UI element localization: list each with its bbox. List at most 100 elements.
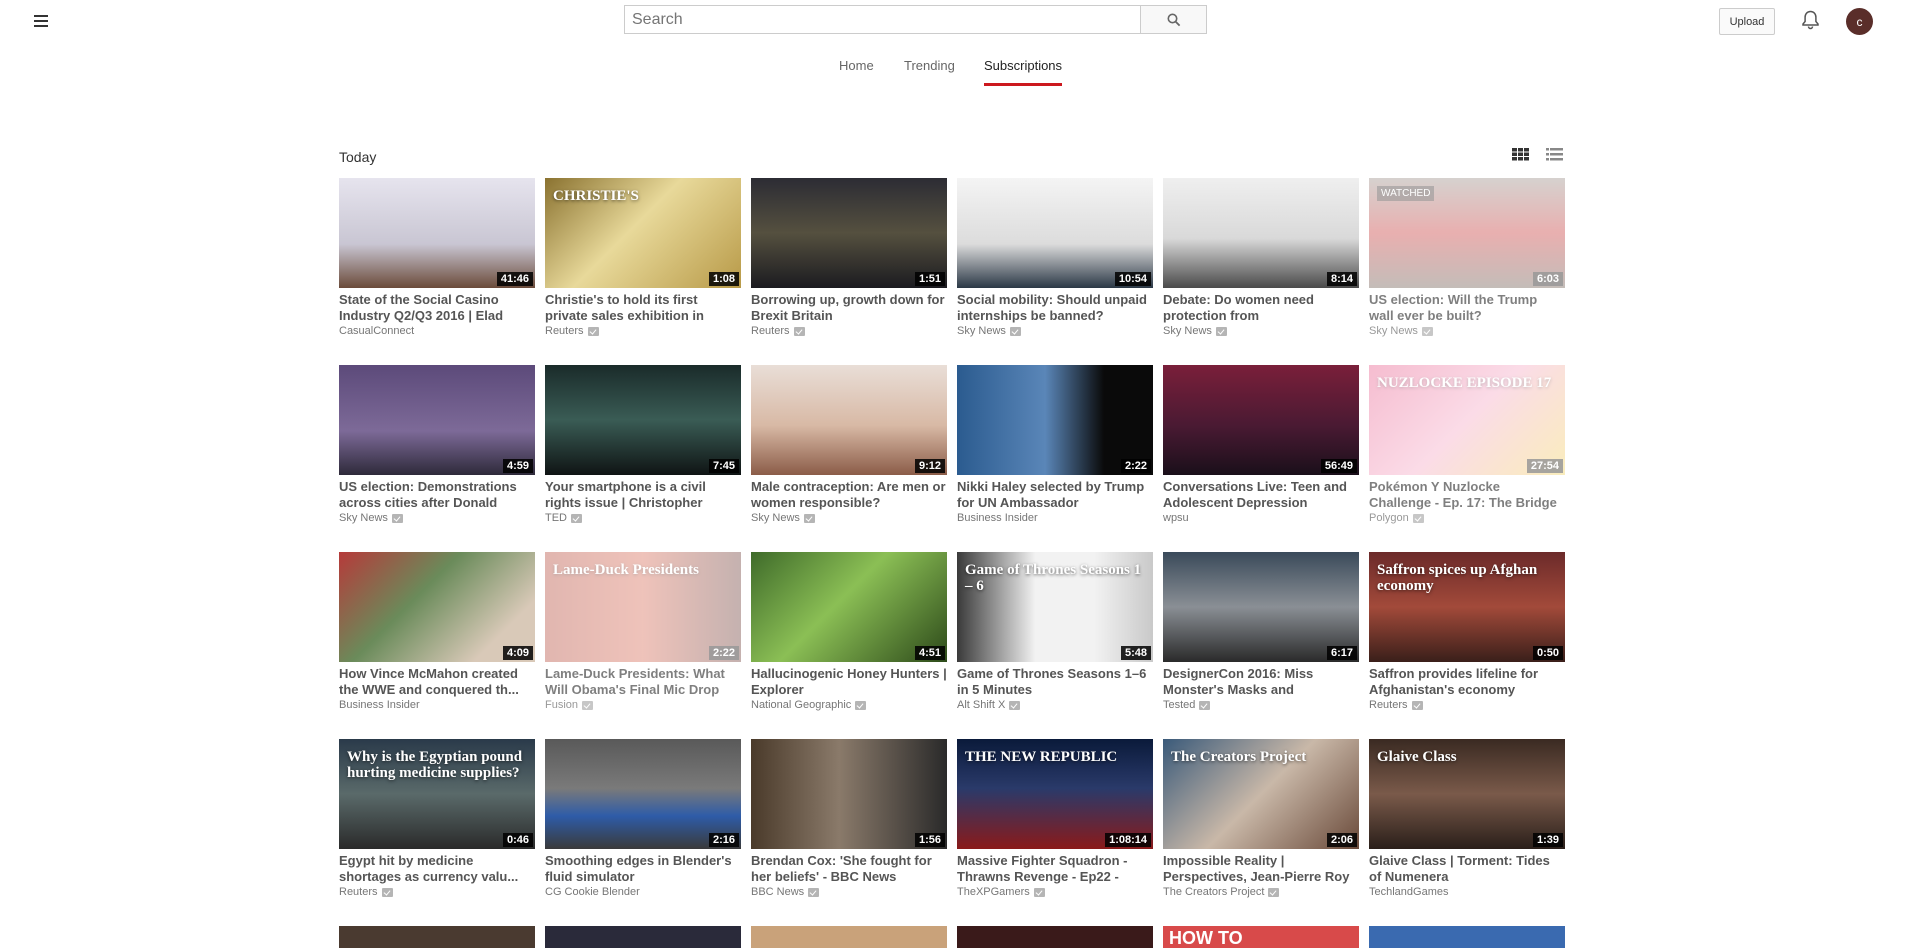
video-title[interactable]: Saffron provides lifeline for Afghanista… [1369,666,1565,698]
video-card[interactable]: 4:51 Hallucinogenic Honey Hunters | Explo… [751,552,947,711]
video-card[interactable]: WATCHED 6:03 US election: Will the Trump w… [1369,178,1565,337]
video-thumbnail[interactable]: Why is the Egyptian pound hurting medici… [339,739,535,849]
video-card[interactable]: 2:16 Smoothing edges in Blender's fluid s… [545,739,741,898]
grid-view-icon[interactable] [1512,148,1529,166]
video-title[interactable]: Conversations Live: Teen and Adolescent … [1163,479,1359,511]
video-title[interactable]: Your smartphone is a civil rights issue … [545,479,741,511]
channel-name[interactable]: Reuters [339,886,535,898]
video-card[interactable]: Glaive Class 1:39 Glaive Class | Torment: … [1369,739,1565,898]
video-card[interactable]: 10:54 Social mobility: Should unpaid inte… [957,178,1153,337]
video-thumbnail[interactable]: 7:45 [545,365,741,475]
video-title[interactable]: US election: Demonstrations across citie… [339,479,535,511]
channel-name[interactable]: Reuters [1369,699,1565,711]
video-thumbnail[interactable]: 56:49 [1163,365,1359,475]
video-card[interactable]: Saffron spices up Afghan economy 0:50 Saff… [1369,552,1565,711]
video-card[interactable]: CHRISTIE'S 1:08 Christie's to hold its fir… [545,178,741,337]
video-title[interactable]: Debate: Do women need protection from [1163,292,1359,324]
video-title[interactable]: DesignerCon 2016: Miss Monster's Masks a… [1163,666,1359,698]
channel-name[interactable]: Reuters [751,325,947,337]
video-title[interactable]: Lame-Duck Presidents: What Will Obama's … [545,666,741,698]
video-thumbnail[interactable]: 2:22 [957,365,1153,475]
video-thumbnail[interactable]: 8:14 [1163,178,1359,288]
channel-name[interactable]: TheXPGamers [957,886,1153,898]
video-title[interactable]: Christie's to hold its first private sal… [545,292,741,324]
video-card[interactable]: 9:12 Male contraception: Are men or women… [751,365,947,524]
tab-trending[interactable]: Trending [904,58,955,73]
video-title[interactable]: How Vince McMahon created the WWE and co… [339,666,535,698]
video-thumbnail-partial[interactable] [339,926,535,948]
video-title[interactable]: Hallucinogenic Honey Hunters | Explorer [751,666,947,698]
video-card[interactable]: 8:14 Debate: Do women need protection fro… [1163,178,1359,337]
video-card[interactable]: 6:17 DesignerCon 2016: Miss Monster's Mas… [1163,552,1359,711]
video-thumbnail[interactable]: NUZLOCKE EPISODE 17 27:54 [1369,365,1565,475]
video-thumbnail[interactable]: 1:51 [751,178,947,288]
video-thumbnail[interactable]: Lame-Duck Presidents 2:22 [545,552,741,662]
video-thumbnail-partial[interactable] [545,926,741,948]
video-thumbnail[interactable]: 1:56 [751,739,947,849]
video-thumbnail[interactable]: 10:54 [957,178,1153,288]
video-thumbnail[interactable]: 4:59 [339,365,535,475]
video-title[interactable]: US election: Will the Trump wall ever be… [1369,292,1565,324]
video-title[interactable]: Glaive Class | Torment: Tides of Numener… [1369,853,1565,885]
channel-name[interactable]: Reuters [545,325,741,337]
video-card[interactable]: The Creators Project 2:06 Impossible Reali… [1163,739,1359,898]
channel-name[interactable]: The Creators Project [1163,886,1359,898]
channel-name[interactable]: Sky News [751,512,947,524]
list-view-icon[interactable] [1546,148,1563,166]
avatar[interactable]: c [1846,8,1873,35]
channel-name[interactable]: wpsu [1163,512,1359,524]
video-card[interactable]: 1:51 Borrowing up, growth down for Brexit… [751,178,947,337]
video-card[interactable]: 7:45 Your smartphone is a civil rights is… [545,365,741,524]
video-title[interactable]: Borrowing up, growth down for Brexit Bri… [751,292,947,324]
video-title[interactable]: Massive Fighter Squadron - Thrawns Reven… [957,853,1153,885]
video-card[interactable]: Lame-Duck Presidents 2:22 Lame-Duck Presid… [545,552,741,711]
video-title[interactable]: Nikki Haley selected by Trump for UN Amb… [957,479,1153,511]
video-card[interactable]: Game of Thrones Seasons 1 – 6 5:48 Game of… [957,552,1153,711]
video-thumbnail[interactable]: Saffron spices up Afghan economy 0:50 [1369,552,1565,662]
video-title[interactable]: Pokémon Y Nuzlocke Challenge - Ep. 17: T… [1369,479,1565,511]
video-thumbnail[interactable]: 2:16 [545,739,741,849]
video-card[interactable]: 4:09 How Vince McMahon created the WWE an… [339,552,535,711]
video-title[interactable]: Smoothing edges in Blender's fluid simul… [545,853,741,885]
video-title[interactable]: Social mobility: Should unpaid internshi… [957,292,1153,324]
video-title[interactable]: Male contraception: Are men or women res… [751,479,947,511]
video-thumbnail[interactable]: 41:46 [339,178,535,288]
video-thumbnail[interactable]: 4:09 [339,552,535,662]
channel-name[interactable]: Alt Shift X [957,699,1153,711]
search-input[interactable] [625,6,1140,33]
notifications-bell-icon[interactable] [1801,10,1820,35]
video-title[interactable]: Game of Thrones Seasons 1–6 in 5 Minutes [957,666,1153,698]
channel-name[interactable]: CG Cookie Blender [545,886,741,898]
video-thumbnail[interactable]: WATCHED 6:03 [1369,178,1565,288]
video-thumbnail-partial[interactable] [751,926,947,948]
video-thumbnail[interactable]: Game of Thrones Seasons 1 – 6 5:48 [957,552,1153,662]
channel-name[interactable]: Polygon [1369,512,1565,524]
video-thumbnail[interactable]: 4:51 [751,552,947,662]
tab-subscriptions[interactable]: Subscriptions [984,58,1063,86]
channel-name[interactable]: BBC News [751,886,947,898]
video-card[interactable]: Why is the Egyptian pound hurting medici… [339,739,535,898]
channel-name[interactable]: National Geographic [751,699,947,711]
channel-name[interactable]: Sky News [957,325,1153,337]
video-thumbnail-partial[interactable] [957,926,1153,948]
search-button[interactable] [1140,6,1206,33]
channel-name[interactable]: Business Insider [339,699,535,711]
video-card[interactable]: 1:56 Brendan Cox: 'She fought for her bel… [751,739,947,898]
video-card[interactable]: 4:59 US election: Demonstrations across c… [339,365,535,524]
video-card[interactable]: 2:22 Nikki Haley selected by Trump for UN… [957,365,1153,524]
video-thumbnail-partial[interactable] [1369,926,1565,948]
channel-name[interactable]: Tested [1163,699,1359,711]
video-thumbnail[interactable]: 6:17 [1163,552,1359,662]
channel-name[interactable]: CasualConnect [339,325,535,337]
video-title[interactable]: Egypt hit by medicine shortages as curre… [339,853,535,885]
menu-icon[interactable] [34,15,48,27]
video-thumbnail[interactable]: Glaive Class 1:39 [1369,739,1565,849]
video-card[interactable]: 41:46 State of the Social Casino Industry… [339,178,535,337]
video-title[interactable]: Impossible Reality | Perspectives, Jean-… [1163,853,1359,885]
video-thumbnail[interactable]: 9:12 [751,365,947,475]
channel-name[interactable]: Fusion [545,699,741,711]
channel-name[interactable]: TechlandGames [1369,886,1565,898]
channel-name[interactable]: Business Insider [957,512,1153,524]
video-thumbnail[interactable]: THE NEW REPUBLIC 1:08:14 [957,739,1153,849]
video-thumbnail-partial[interactable]: HOW TO [1163,926,1359,948]
